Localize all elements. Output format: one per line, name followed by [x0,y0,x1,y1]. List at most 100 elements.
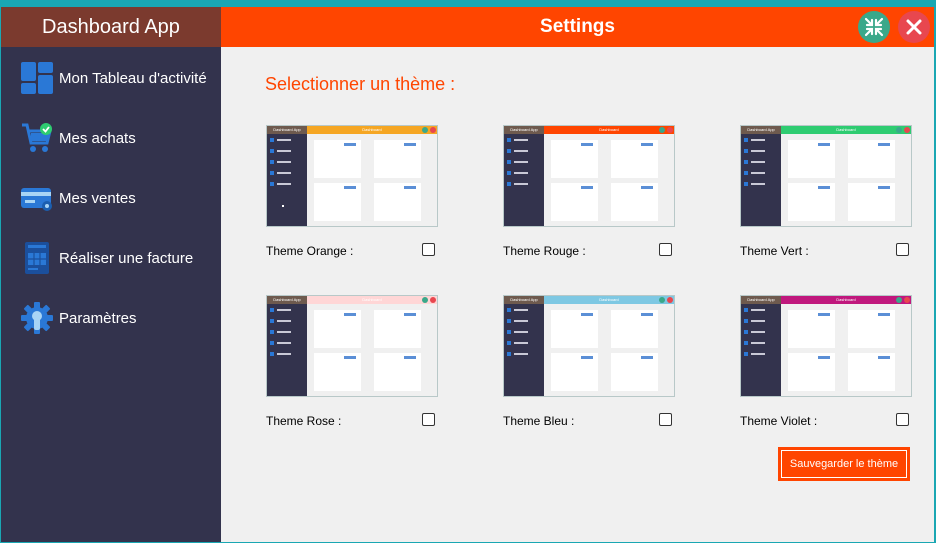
theme-checkbox[interactable] [659,413,672,426]
thumbnail-header: Dashboard [781,126,911,134]
thumbnail-panel [314,183,361,221]
theme-label: Theme Orange : [266,244,354,258]
thumbnail-nav-item [270,148,291,153]
theme-thumbnail[interactable]: Dashboard App Dashboard [503,295,675,397]
thumbnail-close-icon [904,127,910,133]
dashboard-tiles-icon [19,60,55,96]
close-button[interactable] [898,11,930,43]
thumbnail-header: Dashboard [544,126,674,134]
thumbnail-nav-item [507,351,528,356]
theme-thumbnail[interactable]: Dashboard App Dashboard [740,295,912,397]
shopping-cart-icon [19,120,55,156]
thumbnail-nav-item [507,318,528,323]
thumbnail-panel [611,310,658,348]
thumbnail-header: Dashboard [307,296,437,304]
thumbnail-restore-icon [659,127,665,133]
theme-checkbox[interactable] [659,243,672,256]
thumbnail-nav-item [270,351,291,356]
theme-label: Theme Rouge : [503,244,586,258]
restore-button[interactable] [858,11,890,43]
thumbnail-panel [788,353,835,391]
thumbnail-panel [374,353,421,391]
thumbnail-app-title: Dashboard App [267,126,307,134]
thumbnail-panel [374,310,421,348]
thumbnail-nav-item [507,159,528,164]
theme-checkbox[interactable] [896,413,909,426]
thumbnail-panel [848,310,895,348]
thumbnail-restore-icon [896,127,902,133]
theme-thumbnail[interactable]: Dashboard App Dashboard [266,295,438,397]
thumbnail-app-title: Dashboard App [741,126,781,134]
thumbnail-nav-item [507,137,528,142]
page-title: Settings [540,16,615,37]
thumbnail-nav-item [744,351,765,356]
thumbnail-restore-icon [659,297,665,303]
thumbnail-panel [551,353,598,391]
close-icon [906,19,922,35]
thumbnail-nav-item [744,340,765,345]
sidebar-item-label: Paramètres [59,309,137,327]
thumbnail-nav-item [270,159,291,164]
thumbnail-nav-item [744,181,765,186]
theme-checkbox[interactable] [422,413,435,426]
thumbnail-nav-item [744,148,765,153]
thumbnail-panel [611,183,658,221]
thumbnail-panel [314,140,361,178]
settings-panel: Selectionner un thème : Dashboard App Da… [221,47,934,542]
thumbnail-nav-item [270,170,291,175]
thumbnail-panel [788,183,835,221]
thumbnail-app-title: Dashboard App [504,296,544,304]
thumbnail-close-icon [430,127,436,133]
thumbnail-nav-item [744,329,765,334]
sidebar-item-label: Mon Tableau d'activité [59,69,207,87]
thumbnail-nav-item [744,307,765,312]
thumbnail-dot [282,205,284,207]
theme-label: Theme Bleu : [503,414,575,428]
thumbnail-nav-item [507,181,528,186]
theme-thumbnail[interactable]: Dashboard App Dashboard [503,125,675,227]
thumbnail-nav-item [270,329,291,334]
collapse-arrows-icon [864,17,884,37]
thumbnail-restore-icon [422,297,428,303]
thumbnail-nav-item [270,137,291,142]
thumbnail-header: Dashboard [544,296,674,304]
thumbnail-restore-icon [422,127,428,133]
thumbnail-restore-icon [896,297,902,303]
theme-label: Theme Violet : [740,414,818,428]
thumbnail-nav-item [270,307,291,312]
invoice-icon [19,240,55,276]
thumbnail-close-icon [904,297,910,303]
sidebar-item-sales[interactable]: Mes ventes [1,175,221,221]
theme-label: Theme Vert : [740,244,809,258]
thumbnail-panel [848,353,895,391]
thumbnail-panel [848,183,895,221]
thumbnail-close-icon [667,297,673,303]
thumbnail-nav-item [507,307,528,312]
theme-checkbox[interactable] [422,243,435,256]
sidebar-item-dashboard[interactable]: Mon Tableau d'activité [1,55,221,101]
thumbnail-panel [374,140,421,178]
theme-thumbnail[interactable]: Dashboard App Dashboard [740,125,912,227]
section-title: Selectionner un thème : [265,74,456,94]
sidebar-item-invoice[interactable]: Réaliser une facture [1,235,221,281]
app-title: Dashboard App [1,7,221,47]
gear-wrench-icon [19,300,55,336]
sidebar-item-purchases[interactable]: Mes achats [1,115,221,161]
thumbnail-nav-item [270,318,291,323]
thumbnail-panel [788,310,835,348]
theme-thumbnail[interactable]: Dashboard App Dashboard [266,125,438,227]
thumbnail-panel [551,310,598,348]
thumbnail-panel [314,353,361,391]
save-theme-button[interactable]: Sauvegarder le thème [779,448,909,480]
thumbnail-panel [551,140,598,178]
sidebar-item-settings[interactable]: Paramètres [1,295,221,341]
thumbnail-panel [551,183,598,221]
thumbnail-nav-item [744,170,765,175]
sidebar-item-label: Mes ventes [59,189,136,207]
credit-card-icon [19,180,55,216]
theme-checkbox[interactable] [896,243,909,256]
thumbnail-nav-item [744,137,765,142]
sidebar: Dashboard App Mon Tableau d'activité Mes… [1,7,221,542]
header-bar: Settings [221,7,934,47]
thumbnail-nav-item [507,170,528,175]
